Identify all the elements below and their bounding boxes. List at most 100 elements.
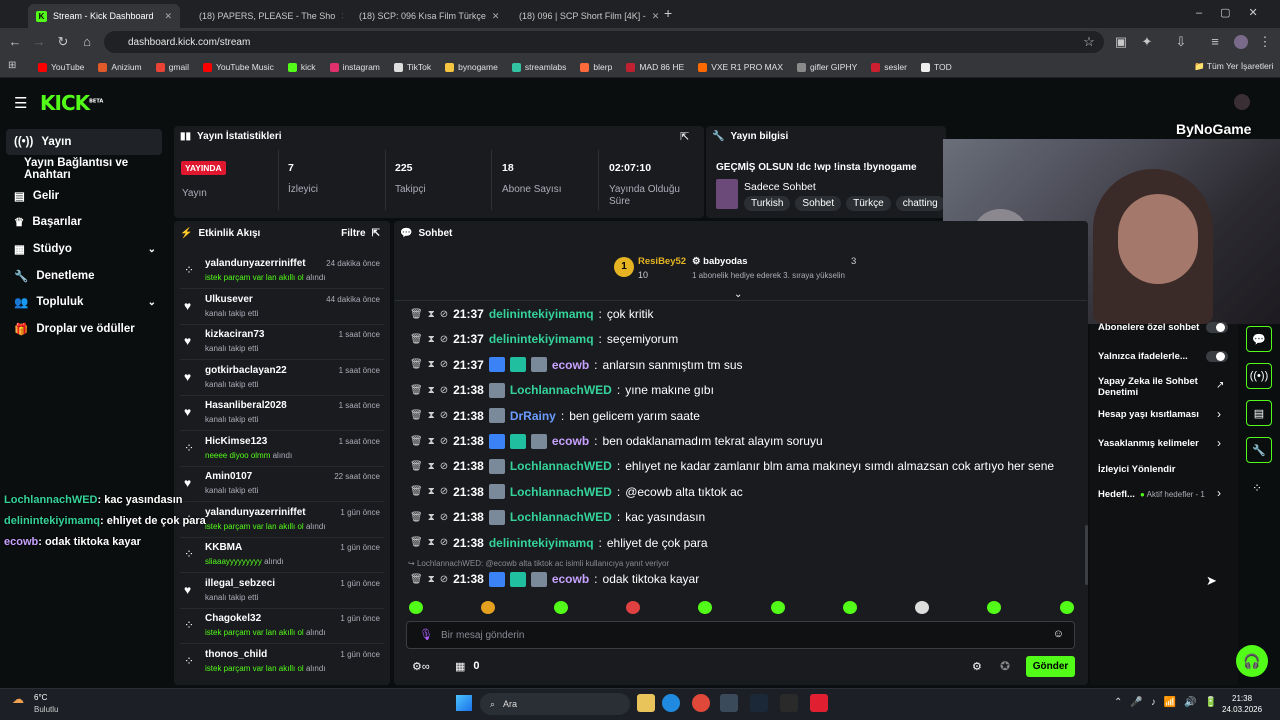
reload-icon[interactable]: ↻ bbox=[54, 33, 72, 51]
bookmark-item[interactable]: Anizium bbox=[98, 62, 142, 72]
expand-icon[interactable]: ⌄ bbox=[734, 289, 742, 300]
bookmark-item[interactable]: TikTok bbox=[393, 62, 431, 72]
chat-message[interactable]: 🗑 ⧗ ⊘ 21:38 delinintekiyimamq: ehliyet de çok… bbox=[410, 532, 708, 554]
steam-icon[interactable] bbox=[750, 694, 768, 712]
setting-goals[interactable]: Hedefl... bbox=[1098, 489, 1135, 500]
timeout-icon[interactable]: ⧗ bbox=[428, 309, 435, 320]
timeout-icon[interactable]: ⧗ bbox=[428, 574, 435, 585]
emote-icon[interactable] bbox=[409, 601, 423, 614]
hamburger-menu-icon[interactable]: ☰ bbox=[14, 94, 27, 112]
chat-username[interactable]: LochlannachWED bbox=[510, 459, 612, 473]
chat-message[interactable]: 🗑 ⧗ ⊘ 21:37 ecowb: anlarsın sanmıştım tm sus bbox=[410, 354, 743, 376]
file-explorer-icon[interactable] bbox=[637, 694, 655, 712]
gear-icon[interactable]: ⚙ bbox=[972, 660, 982, 673]
chat-message[interactable]: 🗑 ⧗ ⊘ 21:37 delinintekiyimamq: seçemiyorum bbox=[410, 328, 678, 350]
back-icon[interactable]: ← bbox=[6, 33, 24, 51]
delete-icon[interactable]: 🗑 bbox=[410, 385, 423, 396]
weather-temp[interactable]: 6°C bbox=[34, 693, 47, 702]
puzzle-icon[interactable]: ✦ bbox=[1138, 33, 1156, 51]
delete-icon[interactable]: 🗑 bbox=[410, 410, 423, 421]
delete-icon[interactable]: 🗑 bbox=[410, 486, 423, 497]
clock-time[interactable]: 21:38 bbox=[1232, 694, 1252, 703]
chat-username[interactable]: LochlannachWED bbox=[510, 485, 612, 499]
bookmark-item[interactable]: instagram bbox=[329, 62, 380, 72]
epic-games-icon[interactable] bbox=[780, 694, 798, 712]
chevron-right-icon[interactable]: › bbox=[1217, 436, 1221, 450]
bookmark-item[interactable]: blerp bbox=[580, 62, 612, 72]
sidebar-item-studyo[interactable]: ▦ Stüdyo ⌄ bbox=[6, 236, 162, 262]
emote-icon[interactable] bbox=[553, 601, 568, 614]
timeout-icon[interactable]: ⧗ bbox=[428, 385, 435, 396]
wrench-icon[interactable]: 🔧 bbox=[1246, 437, 1272, 463]
bookmark-item[interactable]: TOD bbox=[920, 62, 952, 72]
apps-icon[interactable]: ⊞ bbox=[8, 60, 16, 71]
chat-message[interactable]: 🗑 ⧗ ⊘ 21:38 LochlannachWED: @ecowb alta tıkto… bbox=[410, 481, 743, 503]
chat-scrollbar[interactable] bbox=[1085, 525, 1088, 585]
send-button[interactable]: Gönder bbox=[1026, 656, 1075, 677]
activity-item[interactable]: ♥ Amin0107 kanalı takip etti 22 saat önce bbox=[180, 468, 384, 503]
ban-icon[interactable]: ⊘ bbox=[440, 334, 448, 345]
chat-message[interactable]: 🗑 ⧗ ⊘ 21:38 LochlannachWED: ehlıyet ne kadar … bbox=[410, 455, 1054, 477]
user-avatar[interactable] bbox=[1234, 94, 1250, 110]
bookmark-item[interactable]: kick bbox=[287, 62, 316, 72]
chat-username[interactable]: delinintekiyimamq bbox=[489, 307, 594, 321]
chrome-icon[interactable] bbox=[692, 694, 710, 712]
bookmark-item[interactable]: bynogame bbox=[445, 62, 498, 72]
window-controls[interactable]: –▢✕ bbox=[1196, 6, 1276, 19]
bookmark-item[interactable]: YouTube bbox=[38, 62, 84, 72]
home-icon[interactable]: ⌂ bbox=[78, 33, 96, 51]
timeout-icon[interactable]: ⧗ bbox=[428, 436, 435, 447]
chat-username[interactable]: ecowb bbox=[552, 434, 589, 448]
chat-message[interactable]: 🗑 ⧗ ⊘ 21:38 LochlannachWED: kac yasındasın bbox=[410, 506, 705, 528]
browser-tab[interactable]: (18) PAPERS, PLEASE - The Sho✕ bbox=[185, 4, 343, 28]
new-tab-icon[interactable]: + bbox=[664, 5, 672, 21]
bookmark-item[interactable]: YouTube Music bbox=[202, 62, 274, 72]
system-tray[interactable]: ⌃🎤♪📶🔊🔋 bbox=[1114, 697, 1225, 708]
ban-icon[interactable]: ⊘ bbox=[440, 309, 448, 320]
mic-icon[interactable]: 🎙 bbox=[419, 628, 433, 641]
setting-account-age[interactable]: Hesap yaşı kısıtlaması bbox=[1098, 409, 1199, 420]
mod-icon[interactable]: ✪ bbox=[1000, 659, 1010, 673]
timeout-icon[interactable]: ⧗ bbox=[428, 486, 435, 497]
sidebar-item-denetleme[interactable]: 🔧 Denetleme bbox=[6, 263, 162, 289]
ban-icon[interactable]: ⊘ bbox=[440, 461, 448, 472]
bookmark-item[interactable]: VXE R1 PRO MAX bbox=[698, 62, 783, 72]
activity-item[interactable]: ♥ illegal_sebzeci kanalı takip etti 1 gün ö… bbox=[180, 575, 384, 610]
sidebar-item-gelir[interactable]: ▤ Gelir bbox=[6, 183, 162, 209]
edge-icon[interactable] bbox=[662, 694, 680, 712]
ban-icon[interactable]: ⊘ bbox=[440, 410, 448, 421]
tab-search-icon[interactable]: ≡ bbox=[1206, 33, 1224, 51]
delete-icon[interactable]: 🗑 bbox=[410, 334, 423, 345]
ban-icon[interactable]: ⊘ bbox=[440, 574, 448, 585]
emote-icon[interactable] bbox=[842, 601, 857, 614]
activity-item[interactable]: ⁘ KKBMA sliaaayyyyyyyyy alındı 1 gün önce bbox=[180, 539, 384, 574]
browser-tab[interactable]: (18) 096 | SCP Short Film [4K] - ✕ bbox=[505, 4, 661, 28]
emote-icon[interactable] bbox=[915, 601, 930, 614]
bookmark-item[interactable]: sesler bbox=[871, 62, 907, 72]
timeout-icon[interactable]: ⧗ bbox=[428, 512, 435, 523]
timeout-icon[interactable]: ⧗ bbox=[428, 359, 435, 370]
browser-tab-kick[interactable]: K Stream - Kick Dashboard ✕ bbox=[28, 4, 180, 28]
emote-icon[interactable] bbox=[1059, 601, 1074, 614]
timeout-icon[interactable]: ⧗ bbox=[428, 537, 435, 548]
activity-item[interactable]: ♥ Ulkusever kanalı takip etti 44 dakika önc… bbox=[180, 291, 384, 326]
delete-icon[interactable]: 🗑 bbox=[410, 309, 423, 320]
chevron-right-icon[interactable]: › bbox=[1217, 486, 1221, 500]
chevron-right-icon[interactable]: › bbox=[1217, 407, 1221, 421]
bookmark-item[interactable]: gmail bbox=[155, 62, 189, 72]
toggle-subscriber-only[interactable] bbox=[1206, 322, 1228, 333]
close-tab-icon[interactable]: ✕ bbox=[492, 11, 500, 22]
bookmark-star-icon[interactable]: ☆ bbox=[1080, 33, 1098, 51]
sidebar-item-basarilar[interactable]: ♛ Başarılar bbox=[6, 209, 162, 235]
external-link-icon[interactable]: ↗ bbox=[1216, 380, 1224, 391]
bookmark-item[interactable]: gifler GIPHY bbox=[797, 62, 857, 72]
sidebar-item-topluluk[interactable]: 👥 Topluluk ⌄ bbox=[6, 289, 162, 315]
chat-input[interactable]: 🎙 Bir mesaj gönderin ☺ bbox=[406, 621, 1075, 649]
activity-item[interactable]: ♥ Hasanliberal2028 kanalı takip etti 1 saat… bbox=[180, 397, 384, 432]
all-bookmarks[interactable]: 📁 Tüm Yer İşaretleri bbox=[1194, 61, 1273, 72]
kick-logo[interactable]: KICKBETA bbox=[40, 91, 103, 115]
ban-icon[interactable]: ⊘ bbox=[440, 436, 448, 447]
emote-icon[interactable] bbox=[625, 601, 640, 614]
chat-username[interactable]: LochlannachWED bbox=[510, 383, 612, 397]
activity-item[interactable]: ⁘ yalandunyazerriniffet istek parçam var l… bbox=[180, 255, 384, 290]
